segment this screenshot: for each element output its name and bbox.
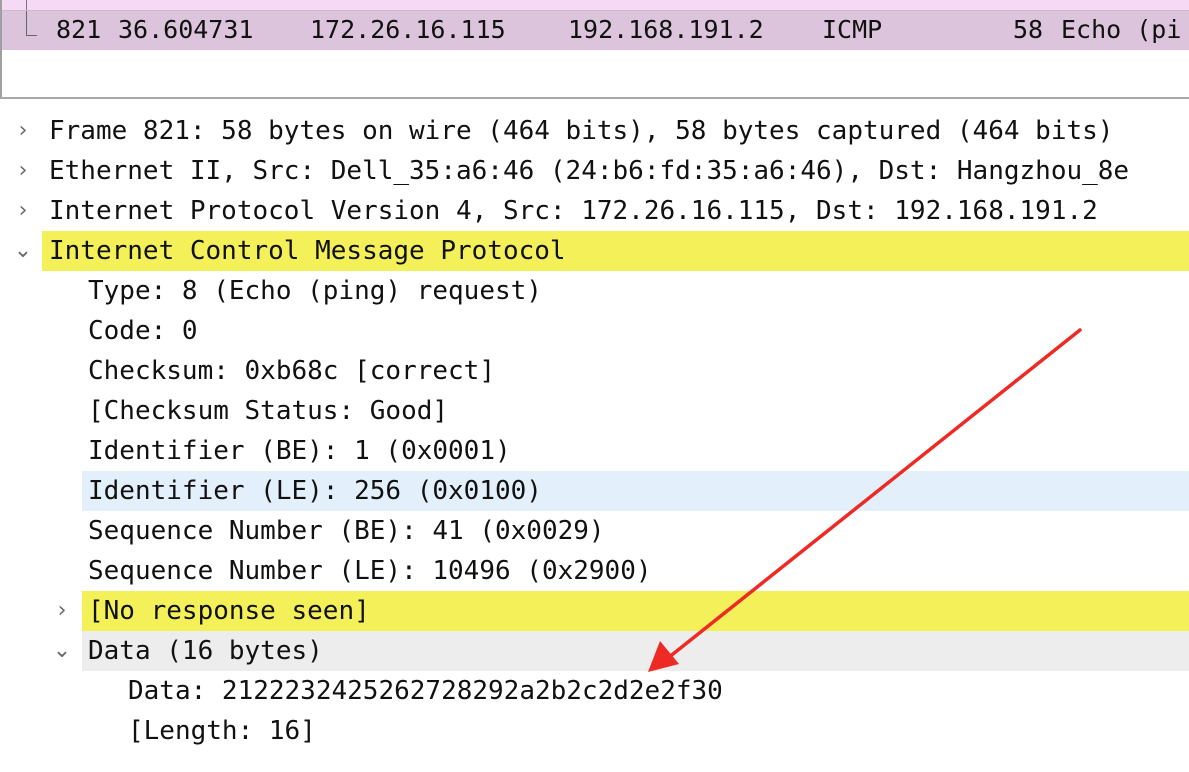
tree-item-label: Ethernet II, Src: Dell_35:a6:46 (24:b6:f… — [49, 156, 1130, 186]
tree-item-checksum-status[interactable]: [Checksum Status: Good] — [0, 391, 1189, 431]
packet-length: 58 — [1013, 15, 1044, 44]
packet-row-previous[interactable] — [2, 0, 1189, 11]
tree-item-identifier-le[interactable]: Identifier (LE): 256 (0x0100) — [0, 471, 1189, 511]
field-code: Code: 0 — [88, 316, 198, 346]
tree-item-data[interactable]: ⌄ Data (16 bytes) — [0, 631, 1189, 671]
tree-item-data-length[interactable]: [Length: 16] — [0, 711, 1189, 751]
tree-item-label: Internet Protocol Version 4, Src: 172.26… — [49, 196, 1098, 226]
tree-item-icmp[interactable]: ⌄ Internet Control Message Protocol — [0, 231, 1189, 271]
packet-number: 821 — [56, 15, 102, 44]
conversation-line — [26, 0, 27, 10]
packet-source: 172.26.16.115 — [310, 15, 506, 44]
packet-row-selected[interactable]: 821 36.604731 172.26.16.115 192.168.191.… — [2, 11, 1189, 50]
tree-item-sequence-be[interactable]: Sequence Number (BE): 41 (0x0029) — [0, 511, 1189, 551]
field-identifier-le: Identifier (LE): 256 (0x0100) — [88, 476, 542, 506]
tree-item-icmp-checksum[interactable]: Checksum: 0xb68c [correct] — [0, 351, 1189, 391]
field-type: Type: 8 (Echo (ping) request) — [88, 276, 542, 306]
tree-item-ethernet[interactable]: › Ethernet II, Src: Dell_35:a6:46 (24:b6… — [0, 151, 1189, 191]
wireshark-window: 821 36.604731 172.26.16.115 192.168.191.… — [0, 0, 1189, 772]
packet-time: 36.604731 — [118, 15, 254, 44]
conversation-line-end — [26, 11, 37, 36]
tree-item-icmp-code[interactable]: Code: 0 — [0, 311, 1189, 351]
tree-item-identifier-be[interactable]: Identifier (BE): 1 (0x0001) — [0, 431, 1189, 471]
tree-item-data-value[interactable]: Data: 2122232425262728292a2b2c2d2e2f30 — [0, 671, 1189, 711]
field-sequence-le: Sequence Number (LE): 10496 (0x2900) — [88, 556, 652, 586]
tree-item-no-response[interactable]: › [No response seen] — [0, 591, 1189, 631]
packet-destination: 192.168.191.2 — [568, 15, 764, 44]
field-data-value: Data: 2122232425262728292a2b2c2d2e2f30 — [128, 676, 723, 706]
chevron-down-icon[interactable]: ⌄ — [8, 231, 38, 271]
tree-item-label: Frame 821: 58 bytes on wire (464 bits), … — [49, 116, 1114, 146]
tree-item-icmp-type[interactable]: Type: 8 (Echo (ping) request) — [0, 271, 1189, 311]
field-checksum-status: [Checksum Status: Good] — [88, 396, 449, 426]
packet-list-pane[interactable]: 821 36.604731 172.26.16.115 192.168.191.… — [0, 0, 1189, 97]
field-sequence-be: Sequence Number (BE): 41 (0x0029) — [88, 516, 605, 546]
field-no-response: [No response seen] — [88, 596, 370, 626]
packet-protocol: ICMP — [822, 15, 883, 44]
field-identifier-be: Identifier (BE): 1 (0x0001) — [88, 436, 511, 466]
tree-item-label: Internet Control Message Protocol — [49, 236, 566, 266]
tree-item-frame[interactable]: › Frame 821: 58 bytes on wire (464 bits)… — [0, 111, 1189, 151]
chevron-right-icon[interactable]: › — [8, 111, 38, 151]
tree-item-ip[interactable]: › Internet Protocol Version 4, Src: 172.… — [0, 191, 1189, 231]
chevron-right-icon[interactable]: › — [8, 191, 38, 231]
tree-item-sequence-le[interactable]: Sequence Number (LE): 10496 (0x2900) — [0, 551, 1189, 591]
packet-details-pane[interactable]: › Frame 821: 58 bytes on wire (464 bits)… — [0, 99, 1189, 772]
chevron-right-icon[interactable]: › — [8, 151, 38, 191]
packet-info: Echo (pi — [1061, 15, 1182, 44]
chevron-right-icon[interactable]: › — [47, 591, 77, 631]
field-data-header: Data (16 bytes) — [88, 636, 323, 666]
field-data-length: [Length: 16] — [128, 716, 316, 746]
field-checksum: Checksum: 0xb68c [correct] — [88, 356, 495, 386]
chevron-down-icon[interactable]: ⌄ — [47, 631, 77, 671]
